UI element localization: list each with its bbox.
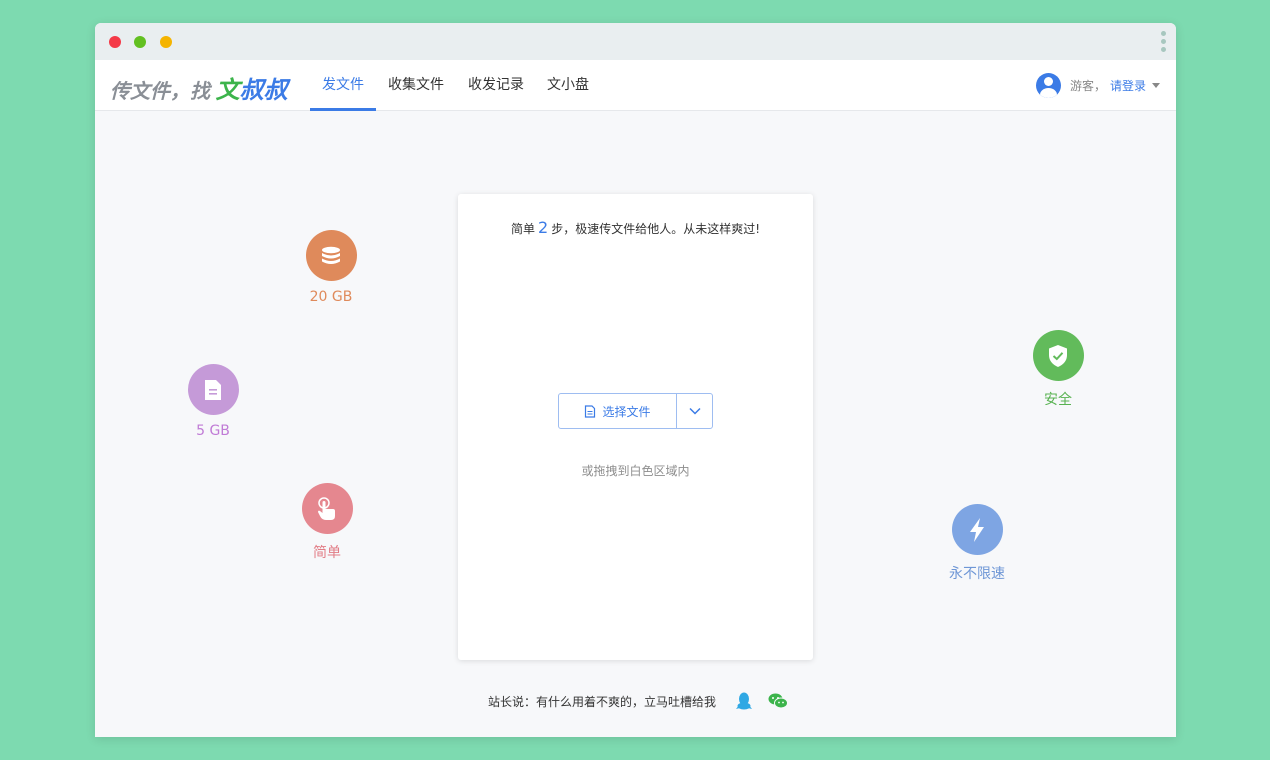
tab-records[interactable]: 收发记录 bbox=[465, 60, 527, 111]
chevron-down-icon bbox=[688, 407, 701, 415]
upload-headline: 简单 2 步，极速传文件给他人。从未这样爽过! bbox=[458, 218, 813, 237]
close-window-button[interactable] bbox=[109, 36, 121, 48]
tab-mini-disk[interactable]: 文小盘 bbox=[543, 60, 593, 111]
site-logo[interactable]: 传文件，找 文叔叔 bbox=[110, 70, 288, 104]
tab-collect-file[interactable]: 收集文件 bbox=[385, 60, 447, 111]
upload-card[interactable]: 简单 2 步，极速传文件给他人。从未这样爽过! 选择文件 或拖拽到白色区域内 bbox=[458, 194, 813, 660]
feature-label: 永不限速 bbox=[949, 566, 1005, 582]
drag-hint: 或拖拽到白色区域内 bbox=[581, 464, 690, 478]
hand-pointer-icon bbox=[301, 483, 353, 534]
login-link[interactable]: 请登录 bbox=[1110, 77, 1146, 94]
headline-post: 步，极速传文件给他人。从未这样爽过! bbox=[551, 222, 760, 236]
feature-simple: 简单 bbox=[282, 483, 372, 562]
headline-step-count: 2 bbox=[538, 218, 549, 237]
logo-brand-shushu: 叔叔 bbox=[239, 76, 288, 104]
footer: 站长说：有什么用着不爽的，立马吐槽给我 bbox=[488, 690, 789, 712]
feature-safe: 安全 bbox=[1013, 330, 1103, 409]
select-options-dropdown[interactable] bbox=[677, 394, 712, 428]
chevron-down-icon[interactable] bbox=[1152, 82, 1160, 88]
file-icon bbox=[187, 364, 239, 415]
shield-check-icon bbox=[1032, 330, 1084, 381]
select-file-label: 选择文件 bbox=[602, 404, 651, 419]
logo-brand-wen: 文 bbox=[215, 76, 240, 104]
tab-send-file[interactable]: 发文件 bbox=[310, 60, 376, 111]
maximize-window-button[interactable] bbox=[160, 36, 172, 48]
document-icon bbox=[585, 404, 596, 418]
feature-label: 简单 bbox=[313, 545, 341, 561]
user-avatar-icon[interactable] bbox=[1035, 72, 1061, 98]
vertical-dots-icon[interactable] bbox=[1161, 31, 1167, 53]
feature-label: 20 GB bbox=[309, 289, 353, 305]
title-bar bbox=[95, 23, 1176, 60]
feature-label: 5 GB bbox=[196, 423, 230, 439]
qq-icon[interactable] bbox=[736, 692, 753, 710]
feature-5gb: 5 GB bbox=[168, 364, 258, 439]
database-icon bbox=[305, 230, 357, 281]
select-file-button[interactable]: 选择文件 bbox=[559, 394, 677, 428]
user-menu[interactable]: 游客， 请登录 bbox=[1035, 72, 1160, 98]
feature-speed: 永不限速 bbox=[932, 504, 1022, 583]
guest-label: 游客， bbox=[1069, 78, 1106, 93]
headline-pre: 简单 bbox=[510, 222, 535, 236]
feature-20gb: 20 GB bbox=[286, 230, 376, 305]
file-picker: 选择文件 bbox=[558, 393, 713, 429]
browser-window: 传文件，找 文叔叔 发文件 收集文件 收发记录 文小盘 游客， 请登录 20 G… bbox=[95, 23, 1176, 737]
lightning-icon bbox=[951, 504, 1003, 555]
minimize-window-button[interactable] bbox=[134, 36, 146, 48]
feature-label: 安全 bbox=[1044, 392, 1072, 408]
footer-text: 站长说：有什么用着不爽的，立马吐槽给我 bbox=[488, 694, 717, 709]
wechat-icon[interactable] bbox=[768, 693, 789, 709]
top-navbar: 传文件，找 文叔叔 发文件 收集文件 收发记录 文小盘 游客， 请登录 bbox=[95, 60, 1176, 111]
logo-prefix: 传文件，找 bbox=[110, 79, 210, 103]
